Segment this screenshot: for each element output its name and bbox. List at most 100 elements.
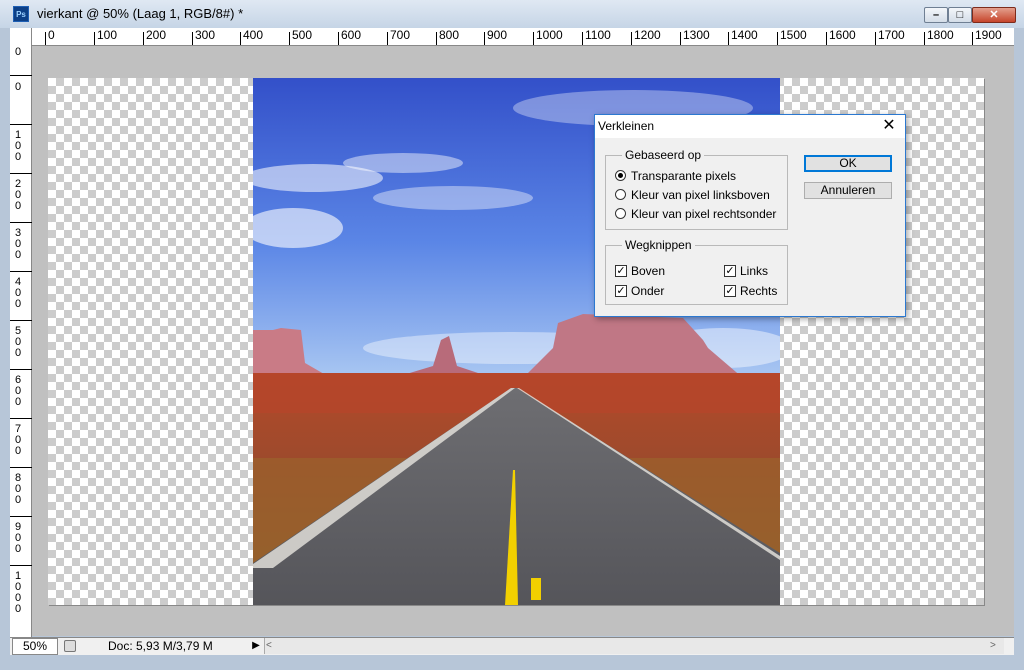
ruler-label: 1300 <box>683 28 710 42</box>
ruler-tick <box>192 32 193 45</box>
ruler-label: 300 <box>195 28 216 42</box>
ruler-label: 0 <box>14 200 22 212</box>
status-info-icon[interactable] <box>64 640 76 652</box>
checkbox-bottom[interactable]: ✓ <box>615 285 627 297</box>
ruler-tick <box>972 32 973 45</box>
ruler-label: 4 <box>14 276 22 288</box>
ruler-label: 3 <box>14 227 22 239</box>
ruler-label: 0 <box>14 543 22 555</box>
ruler-label: 1700 <box>878 28 905 42</box>
maximize-button[interactable]: □ <box>948 7 972 23</box>
checkbox-label[interactable]: Boven <box>631 264 665 278</box>
photoshop-app-icon: Ps <box>13 6 29 22</box>
ruler-tick <box>289 32 290 45</box>
ruler-label: 0 <box>14 532 22 544</box>
ruler-tick <box>10 369 32 370</box>
ruler-label: 0 <box>14 385 22 397</box>
ruler-label: 1900 <box>975 28 1002 42</box>
ruler-label: 1400 <box>731 28 758 42</box>
ruler-tick <box>10 467 32 468</box>
ruler-tick <box>143 32 144 45</box>
ruler-label: 400 <box>243 28 264 42</box>
ruler-tick <box>875 32 876 45</box>
ruler-label: 6 <box>14 374 22 386</box>
ruler-label: 1200 <box>634 28 661 42</box>
checkbox-left[interactable]: ✓ <box>724 265 736 277</box>
checkbox-label[interactable]: Links <box>740 264 768 278</box>
ruler-origin-corner[interactable] <box>10 28 32 45</box>
minimize-button[interactable]: – <box>924 7 948 23</box>
ok-button[interactable]: OK <box>804 155 892 172</box>
ruler-label: 0 <box>14 46 22 58</box>
ruler-tick <box>533 32 534 45</box>
ruler-label: 8 <box>14 472 22 484</box>
ruler-tick <box>10 124 32 125</box>
ruler-label: 5 <box>14 325 22 337</box>
ruler-label: 1800 <box>927 28 954 42</box>
checkbox-label[interactable]: Rechts <box>740 284 777 298</box>
ruler-tick <box>10 271 32 272</box>
scroll-right-icon[interactable]: > <box>990 640 996 651</box>
ruler-tick <box>10 418 32 419</box>
ruler-label: 0 <box>14 249 22 261</box>
dialog-close-icon[interactable]: ✕ <box>878 115 900 137</box>
radio-top-left-pixel-color[interactable] <box>615 189 626 200</box>
ruler-label: 1000 <box>536 28 563 42</box>
ruler-label: 1500 <box>780 28 807 42</box>
radio-label[interactable]: Kleur van pixel rechtsonder <box>631 207 776 221</box>
window-bottom-border <box>0 655 1024 670</box>
ruler-label: 1600 <box>829 28 856 42</box>
status-menu-arrow-icon[interactable]: ▶ <box>250 639 262 653</box>
ruler-label: 0 <box>14 434 22 446</box>
ruler-tick <box>10 222 32 223</box>
ruler-label: 0 <box>14 298 22 310</box>
ruler-tick <box>94 32 95 45</box>
ruler-label: 7 <box>14 423 22 435</box>
ruler-tick <box>10 565 32 566</box>
ruler-tick <box>582 32 583 45</box>
ruler-tick <box>10 173 32 174</box>
ruler-label: 0 <box>14 494 22 506</box>
ruler-tick <box>826 32 827 45</box>
maximize-icon: □ <box>956 9 964 21</box>
horizontal-ruler[interactable]: 0 100 200 300 400 500 600 700 800 900 10… <box>10 28 1014 46</box>
ruler-label: 0 <box>14 445 22 457</box>
ruler-label: 0 <box>14 189 22 201</box>
ruler-label: 0 <box>14 396 22 408</box>
radio-transparent-pixels[interactable] <box>615 170 626 181</box>
checkbox-right[interactable]: ✓ <box>724 285 736 297</box>
close-icon: ✕ <box>989 9 999 21</box>
zoom-level-field[interactable]: 50% <box>12 638 58 655</box>
ruler-tick <box>45 32 46 45</box>
ruler-tick <box>240 32 241 45</box>
ruler-label: 9 <box>14 521 22 533</box>
checkbox-top[interactable]: ✓ <box>615 265 627 277</box>
ruler-label: 900 <box>487 28 508 42</box>
ruler-tick <box>10 75 32 76</box>
ruler-tick <box>338 32 339 45</box>
radio-label[interactable]: Kleur van pixel linksboven <box>631 188 770 202</box>
ruler-label: 700 <box>390 28 411 42</box>
ruler-label: 1 <box>14 129 22 141</box>
dialog-title: Verkleinen <box>598 119 655 133</box>
ruler-label: 0 <box>14 483 22 495</box>
ruler-tick <box>387 32 388 45</box>
checkbox-label[interactable]: Onder <box>631 284 664 298</box>
trim-away-legend: Wegknippen <box>622 238 695 252</box>
ruler-label: 0 <box>14 287 22 299</box>
ruler-label: 200 <box>146 28 167 42</box>
cancel-button[interactable]: Annuleren <box>804 182 892 199</box>
vertical-ruler[interactable]: 0 0 1 0 0 2 0 0 3 0 0 4 0 0 5 0 0 6 0 0 … <box>10 45 32 637</box>
radio-label[interactable]: Transparante pixels <box>631 169 736 183</box>
radio-bottom-right-pixel-color[interactable] <box>615 208 626 219</box>
close-window-button[interactable]: ✕ <box>972 7 1016 23</box>
ruler-label: 1100 <box>585 28 611 42</box>
ruler-label: 0 <box>14 140 22 152</box>
ruler-tick <box>10 516 32 517</box>
ruler-label: 0 <box>14 238 22 250</box>
ruler-label: 2 <box>14 178 22 190</box>
scroll-left-icon[interactable]: < <box>266 640 272 651</box>
horizontal-scrollbar[interactable] <box>264 638 1004 654</box>
ruler-label: 0 <box>14 592 22 604</box>
ruler-tick <box>924 32 925 45</box>
